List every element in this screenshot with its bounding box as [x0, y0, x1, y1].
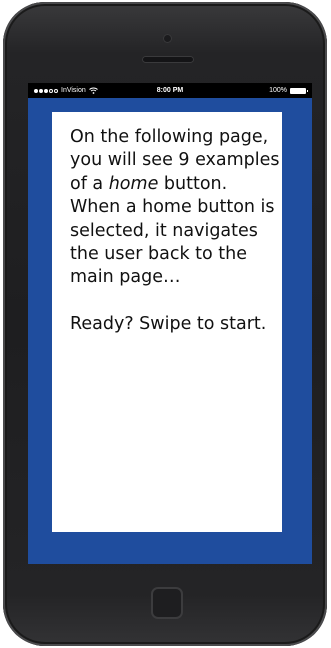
status-bar: InVision 8:00 PM 100%	[28, 83, 312, 98]
instruction-text: On the following page, you will see 9 ex…	[70, 126, 280, 337]
phone-frame: InVision 8:00 PM 100% On the following p…	[3, 2, 327, 646]
battery-percent: 100%	[269, 87, 287, 94]
home-button[interactable]	[151, 587, 183, 619]
battery-icon	[290, 87, 308, 94]
status-right: 100%	[269, 83, 308, 98]
speaker-grille	[142, 56, 194, 63]
instruction-emphasis: home	[108, 173, 159, 194]
instruction-card: On the following page, you will see 9 ex…	[52, 112, 282, 532]
phone-screen[interactable]: InVision 8:00 PM 100% On the following p…	[28, 83, 312, 564]
camera-icon	[163, 34, 172, 43]
instruction-body: button. When a home button is selected, …	[70, 173, 275, 335]
